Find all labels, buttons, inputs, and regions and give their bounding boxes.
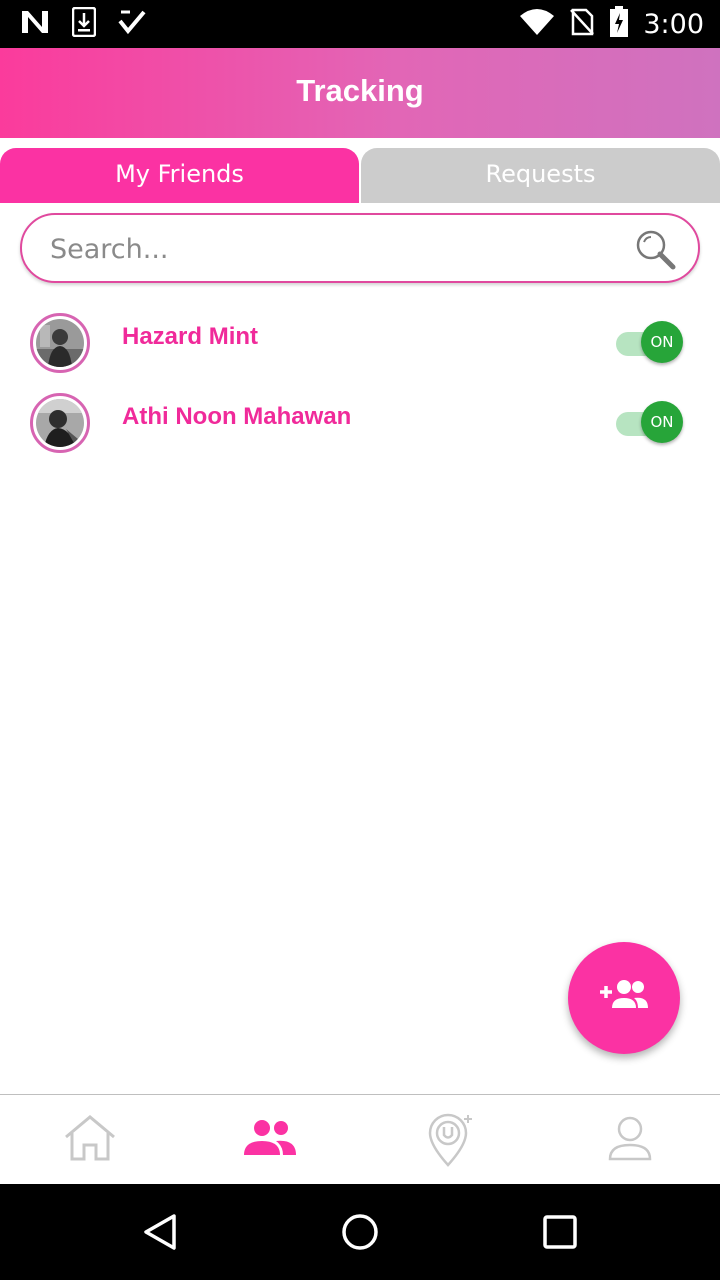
- home-circle-icon[interactable]: [340, 1212, 380, 1252]
- search-bar: [20, 213, 700, 283]
- add-friend-button[interactable]: [568, 942, 680, 1054]
- recents-icon[interactable]: [540, 1212, 580, 1252]
- wifi-icon: [519, 8, 555, 40]
- tracking-toggle[interactable]: ON: [616, 401, 684, 445]
- tab-my-friends[interactable]: My Friends: [0, 148, 359, 203]
- check-icon: [118, 9, 146, 39]
- search-input[interactable]: [50, 225, 610, 273]
- system-nav-bar: [0, 1184, 720, 1280]
- search-icon[interactable]: [634, 228, 678, 272]
- list-item[interactable]: Hazard Mint ON: [0, 313, 720, 393]
- nav-profile[interactable]: [540, 1095, 720, 1185]
- avatar-photo: [36, 319, 84, 367]
- download-icon: [71, 6, 97, 41]
- avatar: [30, 393, 90, 453]
- tracking-toggle[interactable]: ON: [616, 321, 684, 365]
- app-bar: Tracking: [0, 48, 720, 138]
- battery-charging-icon: [609, 6, 629, 42]
- list-item[interactable]: Athi Noon Mahawan ON: [0, 393, 720, 473]
- status-time: 3:00: [643, 8, 704, 40]
- tab-bar: My Friends Requests: [0, 148, 720, 203]
- nav-friends[interactable]: [180, 1095, 360, 1185]
- friend-name: Athi Noon Mahawan: [122, 403, 352, 430]
- tracking-screen: 3:00 Tracking My Friends Requests Hazard…: [0, 0, 720, 1280]
- nav-home[interactable]: [0, 1095, 180, 1185]
- friend-name: Hazard Mint: [122, 323, 259, 350]
- avatar-photo: [36, 399, 84, 447]
- no-sim-icon: [569, 8, 595, 40]
- status-bar: 3:00: [0, 0, 720, 48]
- n-notification-icon: [20, 9, 50, 39]
- back-icon[interactable]: [140, 1212, 180, 1252]
- tab-requests[interactable]: Requests: [361, 148, 720, 203]
- toggle-state: ON: [641, 401, 683, 443]
- toggle-state: ON: [641, 321, 683, 363]
- page-title: Tracking: [296, 73, 424, 108]
- bottom-nav: [0, 1094, 720, 1184]
- avatar: [30, 313, 90, 373]
- nav-location[interactable]: [360, 1095, 540, 1185]
